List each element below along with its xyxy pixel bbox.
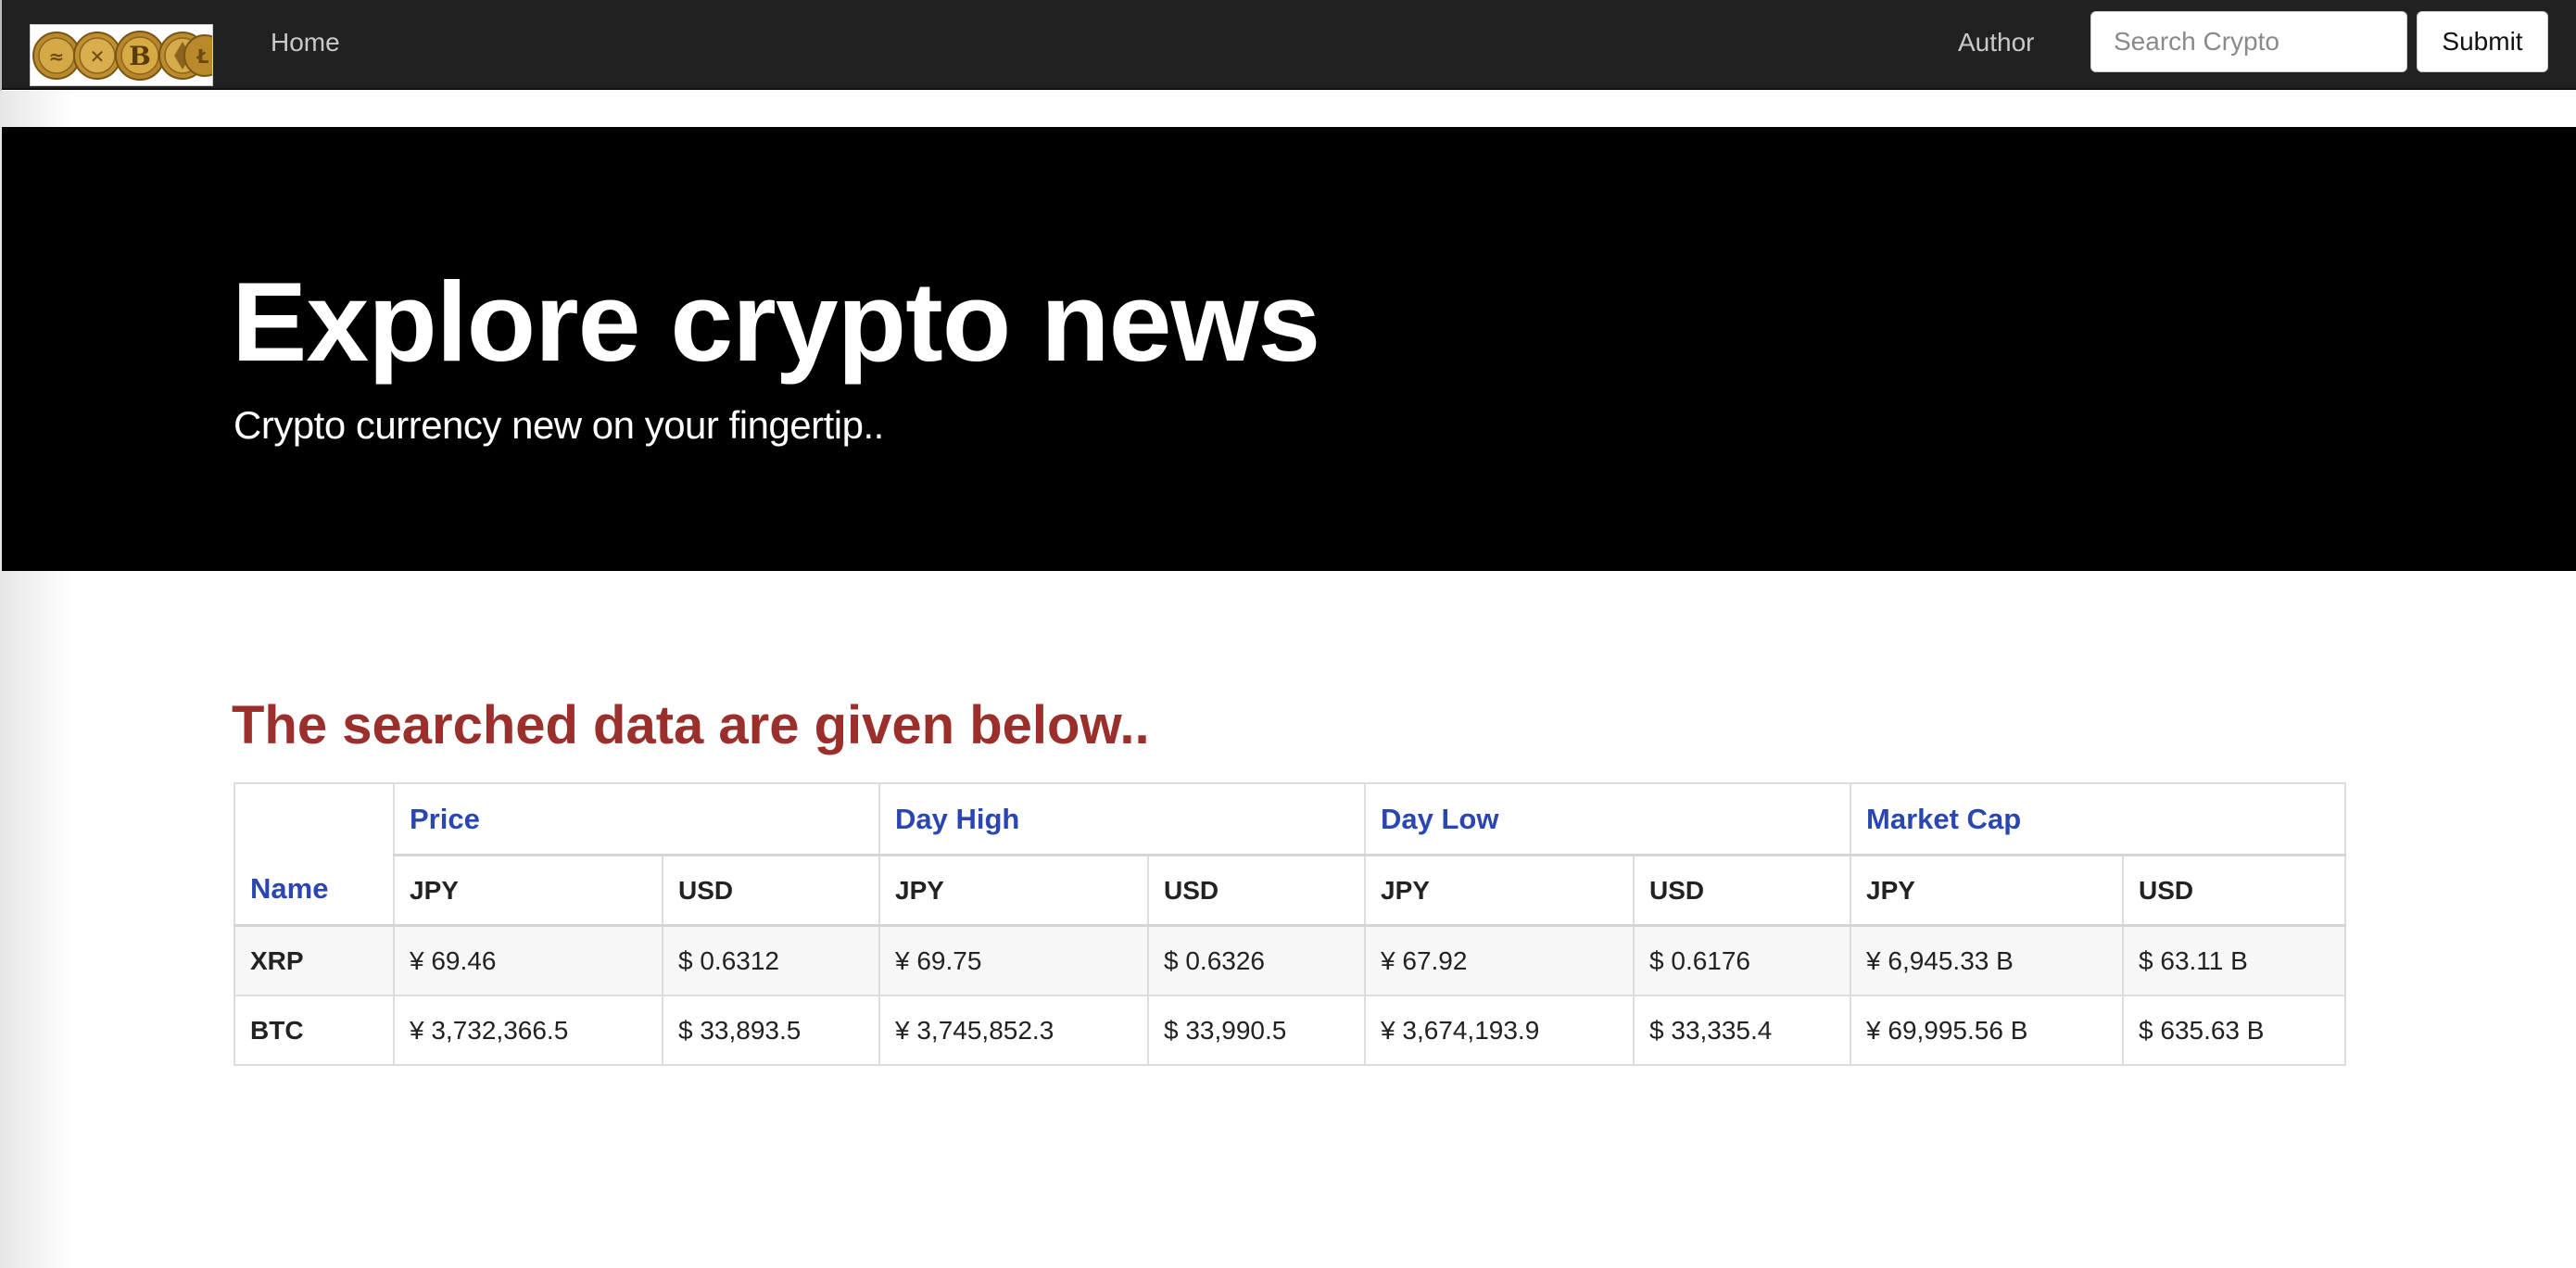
price-usd-header: USD	[662, 854, 880, 927]
day-high-group-header[interactable]: Day High	[878, 782, 1367, 856]
market-cap-jpy-header: JPY	[1850, 854, 2125, 927]
day-high-usd-cell: $ 0.6326	[1146, 924, 1367, 996]
day-low-usd-cell: $ 33,335.4	[1633, 995, 1852, 1066]
navbar: ≈ ✕ B Ł Home Author Search Crypto Submit	[0, 0, 2576, 90]
logo[interactable]: ≈ ✕ B Ł	[30, 24, 213, 86]
day-high-jpy-header: JPY	[878, 854, 1149, 927]
day-high-jpy-cell: ¥ 69.75	[878, 924, 1149, 996]
svg-text:Ł: Ł	[196, 45, 209, 68]
results-heading: The searched data are given below..	[232, 695, 1150, 755]
hero-banner: Explore crypto news Crypto currency new …	[2, 127, 2576, 571]
price-usd-cell: $ 0.6312	[662, 924, 880, 996]
market-cap-jpy-cell: ¥ 69,995.56 B	[1850, 995, 2125, 1066]
table-currency-header-row: JPY USD JPY USD JPY USD JPY USD	[234, 854, 2347, 927]
market-cap-usd-header: USD	[2122, 854, 2347, 927]
page: ≈ ✕ B Ł Home Author Search Crypto Submit…	[0, 0, 2576, 1268]
price-group-header[interactable]: Price	[393, 782, 880, 856]
nav-home-link[interactable]: Home	[271, 28, 340, 57]
table-row: XRP ¥ 69.46 $ 0.6312 ¥ 69.75 $ 0.6326 ¥ …	[234, 924, 2347, 996]
day-low-jpy-cell: ¥ 3,674,193.9	[1364, 995, 1635, 1066]
crypto-data-table: Name Price Day High Day Low Market Cap J…	[234, 782, 2347, 1066]
day-low-usd-cell: $ 0.6176	[1633, 924, 1852, 996]
coins-logo-icon: ≈ ✕ B Ł	[31, 25, 212, 85]
day-high-jpy-cell: ¥ 3,745,852.3	[878, 995, 1149, 1066]
market-cap-jpy-cell: ¥ 6,945.33 B	[1850, 924, 2125, 996]
search-input[interactable]	[2090, 11, 2407, 72]
svg-text:≈: ≈	[49, 45, 65, 68]
svg-text:✕: ✕	[90, 45, 106, 68]
name-column-header[interactable]: Name	[234, 782, 395, 927]
table-row: BTC ¥ 3,732,366.5 $ 33,893.5 ¥ 3,745,852…	[234, 995, 2347, 1066]
submit-button[interactable]: Submit	[2417, 11, 2548, 72]
svg-text:B: B	[129, 41, 151, 71]
nav-author-link[interactable]: Author	[1958, 28, 2035, 57]
coin-name-cell: XRP	[234, 924, 395, 996]
day-high-usd-header: USD	[1146, 854, 1367, 927]
coin-name-cell: BTC	[234, 995, 395, 1066]
table-group-header-row: Name Price Day High Day Low Market Cap	[234, 782, 2347, 927]
market-cap-group-header[interactable]: Market Cap	[1850, 782, 2347, 856]
hero-subtitle: Crypto currency new on your fingertip..	[234, 403, 884, 447]
day-low-jpy-cell: ¥ 67.92	[1364, 924, 1635, 996]
day-low-jpy-header: JPY	[1364, 854, 1635, 927]
market-cap-usd-cell: $ 63.11 B	[2122, 924, 2347, 996]
price-jpy-cell: ¥ 3,732,366.5	[393, 995, 663, 1066]
price-jpy-header: JPY	[393, 854, 663, 927]
day-high-usd-cell: $ 33,990.5	[1146, 995, 1367, 1066]
price-usd-cell: $ 33,893.5	[662, 995, 880, 1066]
day-low-usd-header: USD	[1633, 854, 1852, 927]
hero-title: Explore crypto news	[232, 259, 1320, 385]
price-jpy-cell: ¥ 69.46	[393, 924, 663, 996]
day-low-group-header[interactable]: Day Low	[1364, 782, 1852, 856]
market-cap-usd-cell: $ 635.63 B	[2122, 995, 2347, 1066]
